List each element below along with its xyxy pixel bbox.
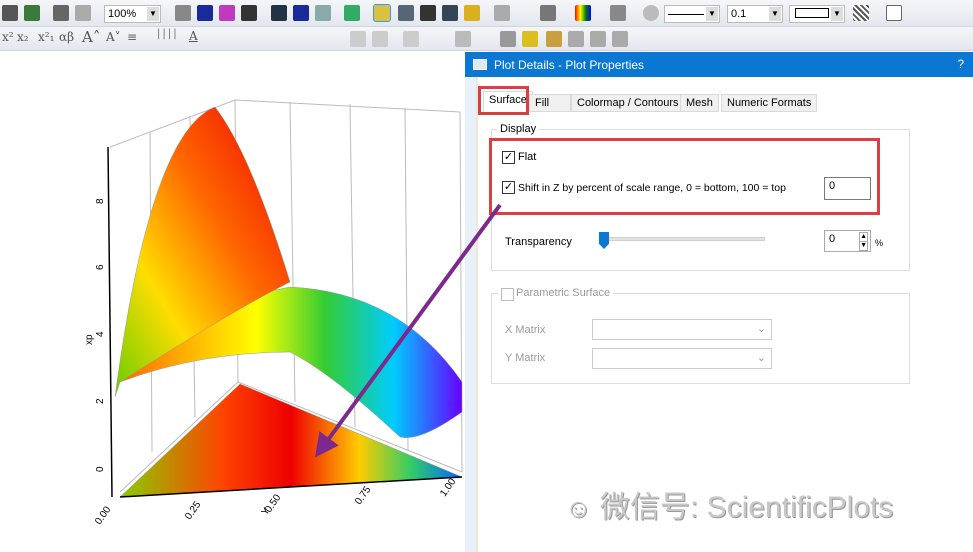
watermark-text: 微信号: ScientificPlots <box>599 491 894 524</box>
annotation-arrow <box>314 203 502 458</box>
watermark: ☺ 微信号: ScientificPlots <box>565 482 893 526</box>
wechat-icon: ☺ <box>565 493 592 523</box>
